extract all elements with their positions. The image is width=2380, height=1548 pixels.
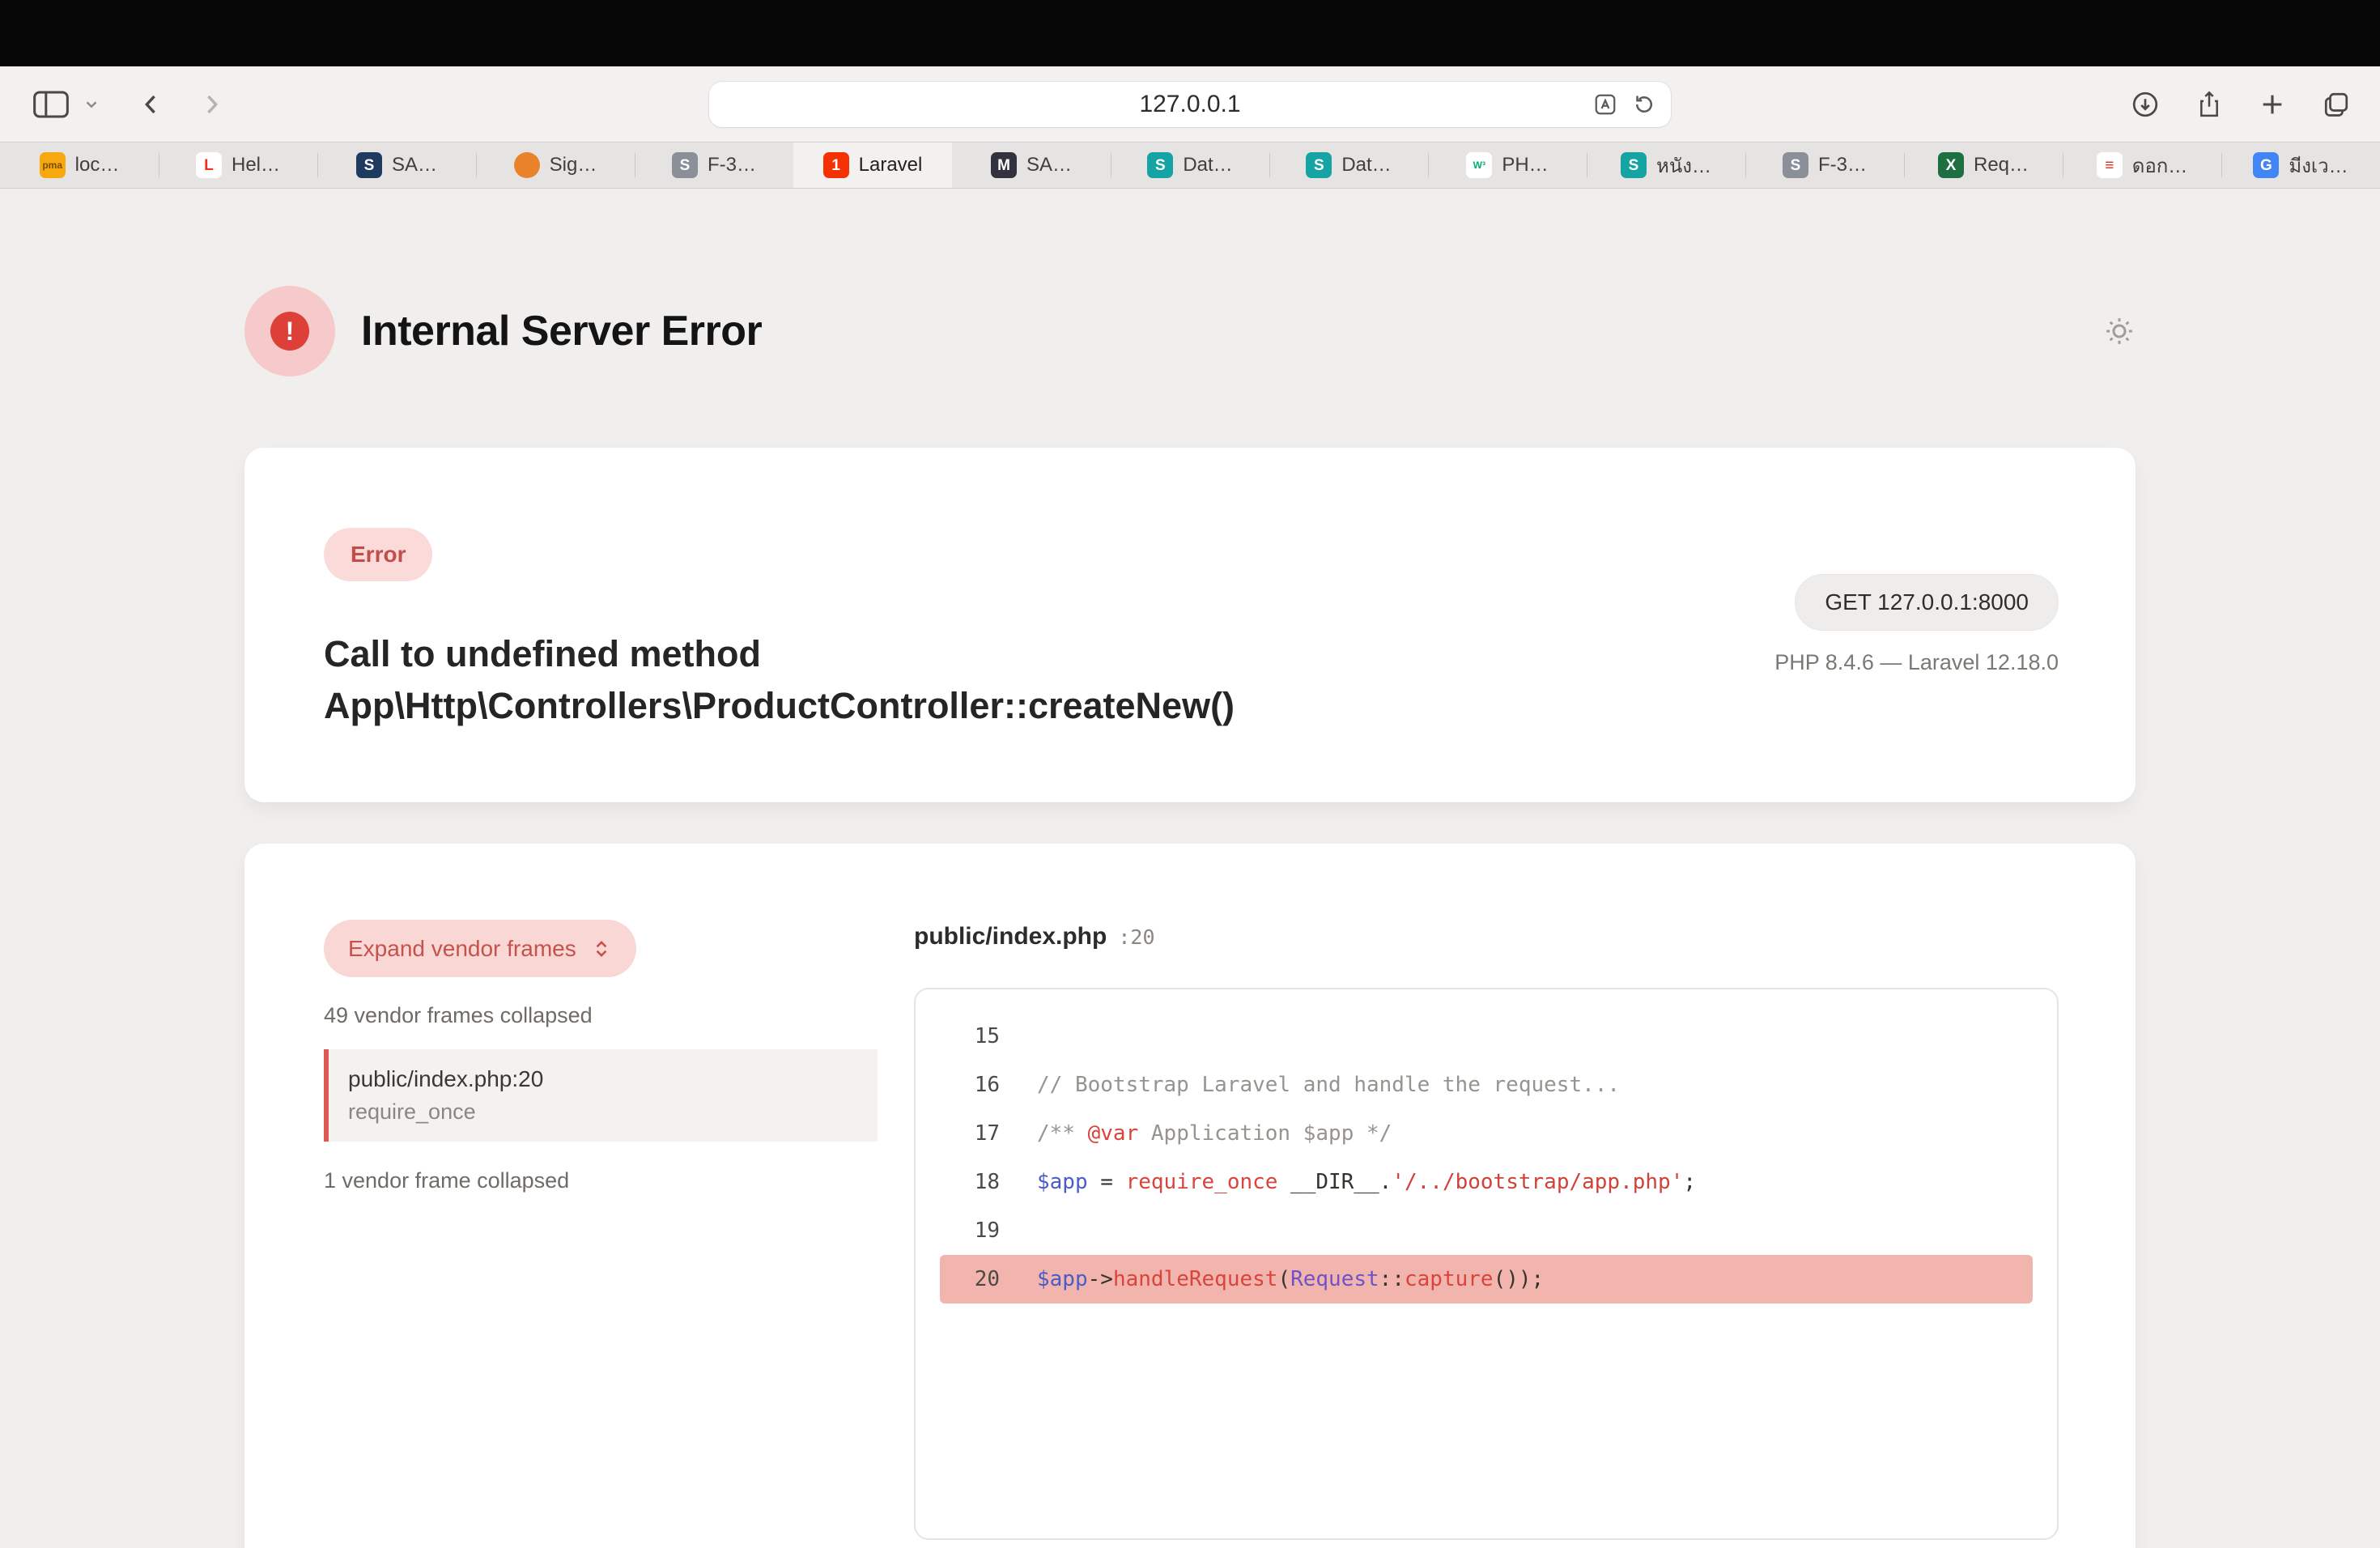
menu-bar — [0, 0, 2380, 66]
tab-favicon: S — [1147, 152, 1173, 178]
browser-tab[interactable]: X Req… — [1904, 142, 2063, 188]
code-line-16: 16// Bootstrap Laravel and handle the re… — [940, 1061, 2033, 1109]
collapsed-frames-below: 1 vendor frame collapsed — [324, 1168, 878, 1193]
browser-tab[interactable]: S Dat… — [1111, 142, 1269, 188]
browser-tab[interactable]: S SA… — [317, 142, 476, 188]
tab-favicon: M — [991, 152, 1017, 178]
exception-card: Error Call to undefined method App\Http\… — [244, 448, 2136, 802]
code-line-17: 17/** @var Application $app */ — [940, 1109, 2033, 1158]
tab-label: Laravel — [859, 154, 923, 176]
editor-column: public/index.php :20 1516// Bootstrap La… — [914, 920, 2059, 1540]
tab-label: SA… — [1026, 154, 1072, 176]
tab-favicon: 1 — [823, 152, 849, 178]
code-line-18: 18$app = require_once __DIR__.'/../boots… — [940, 1158, 2033, 1206]
browser-tab[interactable]: G มีงเว… — [2221, 142, 2380, 188]
browser-tab[interactable]: W³ PH… — [1428, 142, 1587, 188]
tab-label: loc… — [75, 154, 120, 176]
collapsed-frames-above: 49 vendor frames collapsed — [324, 1003, 878, 1028]
url-text: 127.0.0.1 — [709, 82, 1671, 127]
tab-favicon: S — [1783, 152, 1808, 178]
reload-icon[interactable] — [1632, 92, 1656, 117]
sidebar-chevron-icon[interactable] — [83, 96, 100, 113]
expand-vendor-frames-button[interactable]: Expand vendor frames — [324, 920, 636, 977]
frame-function: require_once — [348, 1099, 858, 1125]
browser-tab[interactable]: S หนัง… — [1587, 142, 1745, 188]
editor-header: public/index.php :20 — [914, 920, 2059, 950]
tab-label: Sig… — [550, 154, 597, 176]
code-line-15: 15 — [940, 1012, 2033, 1061]
tab-favicon — [514, 152, 540, 178]
frame-file: public/index.php:20 — [348, 1066, 858, 1092]
tab-favicon: S — [1621, 152, 1647, 178]
theme-toggle-button[interactable] — [2103, 315, 2136, 347]
tab-favicon: W³ — [1466, 152, 1492, 178]
tab-favicon: L — [196, 152, 222, 178]
stack-trace-card: Expand vendor frames 49 vendor frames co… — [244, 844, 2136, 1548]
tab-favicon: S — [356, 152, 382, 178]
tab-favicon: S — [672, 152, 698, 178]
browser-tab[interactable]: M SA… — [952, 142, 1111, 188]
new-tab-icon[interactable] — [2259, 91, 2286, 118]
tab-bar: pma loc… L Hel… S SA… Sig… S F-3… 1 Laravel M SA… S Da… — [0, 142, 2380, 189]
code-line-19: 19 — [940, 1206, 2033, 1255]
browser-tab[interactable]: ≡ ดอก… — [2063, 142, 2221, 188]
browser-tab[interactable]: Sig… — [476, 142, 635, 188]
laravel-error-page: ! Internal Server Error Error Call to un… — [0, 189, 2380, 1548]
tab-label: หนัง… — [1656, 150, 1711, 181]
address-bar[interactable]: 127.0.0.1 — [709, 82, 1671, 127]
back-button-icon[interactable] — [138, 91, 165, 118]
browser-tab[interactable]: pma loc… — [0, 142, 159, 188]
forward-button-icon[interactable] — [198, 91, 225, 118]
tab-label: F-3… — [708, 154, 756, 176]
tab-label: SA… — [392, 154, 437, 176]
request-pill: GET 127.0.0.1:8000 — [1795, 574, 2059, 631]
browser-tab[interactable]: S F-3… — [1745, 142, 1904, 188]
code-snippet: 1516// Bootstrap Laravel and handle the … — [914, 988, 2059, 1540]
exception-message: Call to undefined method App\Http\Contro… — [324, 628, 1619, 732]
error-alert-icon: ! — [244, 286, 335, 376]
tab-label: F-3… — [1818, 154, 1867, 176]
tab-label: มีงเว… — [2289, 150, 2348, 181]
tab-favicon: S — [1306, 152, 1332, 178]
chevron-up-down-icon — [591, 938, 612, 959]
error-badge: Error — [324, 528, 432, 581]
code-line-20: 20$app->handleRequest(Request::capture()… — [940, 1255, 2033, 1303]
browser-toolbar: 127.0.0.1 — [0, 66, 2380, 142]
tab-favicon: pma — [40, 152, 66, 178]
downloads-icon[interactable] — [2131, 90, 2160, 119]
tab-label: Req… — [1974, 154, 2029, 176]
browser-tab[interactable]: L Hel… — [159, 142, 317, 188]
page-title: Internal Server Error — [361, 307, 762, 355]
page-header: ! Internal Server Error — [244, 286, 2136, 376]
tab-label: PH… — [1502, 154, 1548, 176]
browser-tab[interactable]: 1 Laravel — [793, 142, 952, 188]
tab-favicon: ≡ — [2097, 152, 2123, 178]
tab-overview-icon[interactable] — [2322, 90, 2351, 119]
tab-label: Dat… — [1183, 154, 1232, 176]
browser-tab[interactable]: S Dat… — [1269, 142, 1428, 188]
frames-column: Expand vendor frames 49 vendor frames co… — [324, 920, 878, 1193]
tab-favicon: G — [2253, 152, 2279, 178]
translate-icon[interactable] — [1593, 92, 1617, 117]
environment-versions: PHP 8.4.6 — Laravel 12.18.0 — [1774, 650, 2059, 675]
browser-tab[interactable]: S F-3… — [635, 142, 793, 188]
tab-favicon: X — [1938, 152, 1964, 178]
share-icon[interactable] — [2195, 90, 2223, 119]
editor-file-name: public/index.php — [914, 923, 1107, 950]
sidebar-toggle-icon[interactable] — [32, 88, 70, 121]
tab-label: ดอก… — [2132, 150, 2188, 181]
tab-label: Hel… — [232, 154, 280, 176]
editor-line-number: :20 — [1118, 925, 1154, 949]
stack-frame-item[interactable]: public/index.php:20 require_once — [324, 1049, 878, 1142]
tab-label: Dat… — [1341, 154, 1391, 176]
